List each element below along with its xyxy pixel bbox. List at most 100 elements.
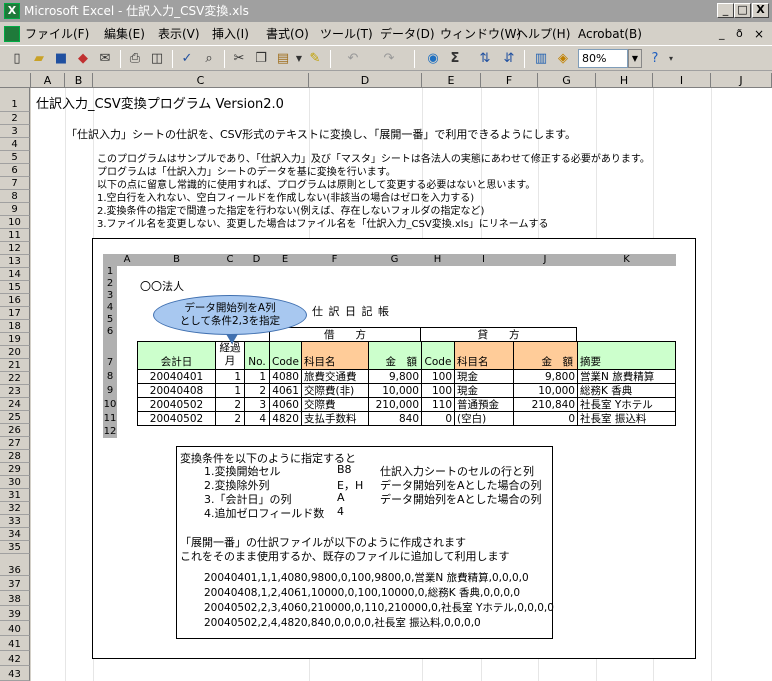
- row-header[interactable]: 3: [0, 125, 30, 138]
- row-header[interactable]: 36: [0, 554, 30, 576]
- cell-summary: 社長室 Yホテル: [577, 397, 676, 412]
- redo-icon[interactable]: ↷: [380, 50, 398, 68]
- column-header[interactable]: E: [422, 73, 481, 88]
- row-header[interactable]: 9: [0, 203, 30, 216]
- column-header[interactable]: G: [538, 73, 596, 88]
- menu-insert[interactable]: 挿入(I): [212, 26, 249, 42]
- research-icon[interactable]: ⌕: [200, 50, 218, 68]
- row-header[interactable]: 42: [0, 651, 30, 666]
- row-header[interactable]: 19: [0, 333, 30, 346]
- excel-app-icon[interactable]: X: [4, 3, 20, 19]
- row-header[interactable]: 24: [0, 398, 30, 411]
- menu-acrobat[interactable]: Acrobat(B): [578, 26, 642, 42]
- minimize-button[interactable]: _: [717, 3, 734, 18]
- drawing-icon[interactable]: ◈: [554, 50, 572, 68]
- row-header[interactable]: 17: [0, 307, 30, 320]
- row-header[interactable]: 39: [0, 606, 30, 621]
- sort-descending-icon[interactable]: ⇵: [500, 50, 518, 68]
- column-header[interactable]: A: [31, 73, 65, 88]
- column-header[interactable]: C: [93, 73, 309, 88]
- column-header[interactable]: D: [309, 73, 422, 88]
- column-header[interactable]: I: [653, 73, 711, 88]
- row-header[interactable]: 15: [0, 281, 30, 294]
- row-header[interactable]: 14: [0, 268, 30, 281]
- toolbar-options-icon[interactable]: ▾: [662, 50, 680, 68]
- row-header[interactable]: 38: [0, 591, 30, 606]
- undo-icon[interactable]: ↶: [344, 50, 362, 68]
- doc-minimize-button[interactable]: _: [719, 26, 725, 42]
- row-header[interactable]: 37: [0, 576, 30, 591]
- menu-view[interactable]: 表示(V): [158, 26, 200, 42]
- select-all-corner[interactable]: [0, 73, 31, 88]
- column-header[interactable]: H: [596, 73, 653, 88]
- menu-tools[interactable]: ツール(T): [320, 26, 373, 42]
- row-header[interactable]: 23: [0, 385, 30, 398]
- sort-ascending-icon[interactable]: ⇅: [476, 50, 494, 68]
- row-header[interactable]: 5: [0, 151, 30, 164]
- row-header[interactable]: 2: [0, 112, 30, 125]
- row-header[interactable]: 28: [0, 450, 30, 463]
- row-header[interactable]: 7: [0, 177, 30, 190]
- cut-icon[interactable]: ✂: [230, 50, 248, 68]
- row-header[interactable]: 40: [0, 621, 30, 636]
- hyperlink-icon[interactable]: ◉: [424, 50, 442, 68]
- row-header[interactable]: 21: [0, 359, 30, 372]
- row-header[interactable]: 41: [0, 636, 30, 651]
- row-header[interactable]: 4: [0, 138, 30, 151]
- condition-value: B8: [337, 463, 352, 476]
- column-header[interactable]: J: [711, 73, 772, 88]
- open-icon[interactable]: ▰: [30, 50, 48, 68]
- row-header[interactable]: 25: [0, 411, 30, 424]
- maximize-button[interactable]: □: [734, 3, 751, 18]
- zoom-dropdown-icon[interactable]: ▼: [628, 49, 642, 68]
- row-header[interactable]: 33: [0, 515, 30, 528]
- row-header[interactable]: 31: [0, 489, 30, 502]
- permission-icon[interactable]: ◆: [74, 50, 92, 68]
- close-button[interactable]: X: [752, 3, 769, 18]
- row-header[interactable]: 16: [0, 294, 30, 307]
- column-header[interactable]: B: [65, 73, 93, 88]
- row-header[interactable]: 10: [0, 216, 30, 229]
- row-header[interactable]: 8: [0, 190, 30, 203]
- row-header[interactable]: 13: [0, 255, 30, 268]
- zoom-input[interactable]: 80%: [578, 49, 628, 68]
- row-header[interactable]: 22: [0, 372, 30, 385]
- menu-window[interactable]: ウィンドウ(W): [440, 26, 521, 42]
- column-header[interactable]: F: [481, 73, 538, 88]
- workbook-icon[interactable]: [4, 26, 20, 42]
- copy-icon[interactable]: ❐: [252, 50, 270, 68]
- row-header[interactable]: 11: [0, 229, 30, 242]
- menu-edit[interactable]: 編集(E): [104, 26, 145, 42]
- menu-data[interactable]: データ(D): [380, 26, 435, 42]
- row-header[interactable]: 1: [0, 88, 30, 112]
- row-header[interactable]: 29: [0, 463, 30, 476]
- row-header[interactable]: 12: [0, 242, 30, 255]
- doc-restore-button[interactable]: ð: [736, 26, 743, 42]
- new-icon[interactable]: ▯: [8, 50, 26, 68]
- row-header[interactable]: 18: [0, 320, 30, 333]
- row-header[interactable]: 32: [0, 502, 30, 515]
- row-header[interactable]: 34: [0, 528, 30, 541]
- print-icon[interactable]: ⎙: [126, 50, 144, 68]
- row-header[interactable]: 35: [0, 541, 30, 554]
- spelling-icon[interactable]: ✓: [178, 50, 196, 68]
- menu-file[interactable]: ファイル(F): [25, 26, 89, 42]
- print-preview-icon[interactable]: ◫: [148, 50, 166, 68]
- result-intro: これをそのまま使用するか、既存のファイルに追加して利用します: [180, 550, 510, 563]
- autosum-icon[interactable]: Σ: [446, 50, 464, 68]
- row-header[interactable]: 20: [0, 346, 30, 359]
- doc-close-button[interactable]: ×: [754, 26, 764, 42]
- row-header[interactable]: 6: [0, 164, 30, 177]
- save-icon[interactable]: ■: [52, 50, 70, 68]
- row-header[interactable]: 43: [0, 666, 30, 681]
- menu-format[interactable]: 書式(O): [266, 26, 309, 42]
- chart-wizard-icon[interactable]: ▥: [532, 50, 550, 68]
- row-header[interactable]: 26: [0, 424, 30, 437]
- row-header[interactable]: 30: [0, 476, 30, 489]
- format-painter-icon[interactable]: ✎: [306, 50, 324, 68]
- email-icon[interactable]: ✉: [96, 50, 114, 68]
- row-header[interactable]: 27: [0, 437, 30, 450]
- cell-month: 2: [215, 411, 245, 426]
- menu-help[interactable]: ヘルプ(H): [516, 26, 570, 42]
- cell-summary: 営業N 旅費精算: [577, 369, 676, 384]
